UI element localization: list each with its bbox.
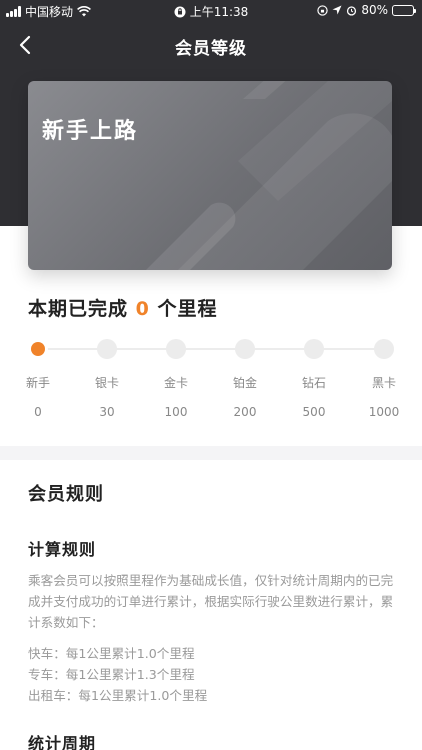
level-name: 钻石 [301,376,326,390]
location-icon [332,5,342,15]
level-name: 银卡 [94,376,119,390]
status-bar: 中国移动 上午11:38 80% [0,0,422,22]
level-value: 0 [34,405,42,419]
coefficient-list: 快车：每1公里累计1.0个里程 专车：每1公里累计1.3个里程 出租车：每1公里… [28,643,398,706]
orientation-lock-icon [317,4,329,16]
rules-section: 会员规则 计算规则 乘客会员可以按照里程作为基础成长值，仅针对统计周期内的已完成… [28,480,398,750]
level-dot [304,339,324,359]
period-title: 统计周期 [28,734,97,750]
level-item-platinum: 铂金 200 [215,339,275,419]
level-item-silver: 银卡 30 [77,339,137,419]
progress-prefix: 本期已完成 [28,298,129,320]
level-item-diamond: 钻石 500 [284,339,344,419]
level-dot-active [28,339,48,359]
level-dot [166,339,186,359]
level-name: 黑卡 [371,376,396,390]
membership-card: 新手上路 [28,81,392,270]
calc-rules-text: 乘客会员可以按照里程作为基础成长值，仅针对统计周期内的已完成并支付成功的订单进行… [28,573,394,630]
system-indicators: 80% [317,3,416,17]
level-value: 100 [164,405,188,419]
page-title: 会员等级 [175,39,247,59]
coefficient-item: 出租车：每1公里累计1.0个里程 [28,688,208,703]
level-item-newbie: 新手 0 [8,339,68,419]
level-value: 200 [233,405,257,419]
level-value: 500 [302,405,326,419]
battery-percent: 80% [361,3,388,17]
section-divider [0,446,422,460]
alarm-icon [347,5,357,16]
level-dot [374,339,394,359]
rules-title: 会员规则 [28,484,104,505]
progress-summary: 本期已完成 0 个里程 [28,294,218,321]
level-name: 铂金 [232,376,257,390]
level-name: 金卡 [163,376,188,390]
time-text: 上午11:38 [189,5,249,19]
level-value: 1000 [368,405,400,419]
nav-bar: 会员等级 [0,22,422,68]
card-level-name: 新手上路 [42,119,139,144]
coefficient-item: 专车：每1公里累计1.3个里程 [28,667,195,682]
coefficient-item: 快车：每1公里累计1.0个里程 [28,646,195,661]
level-item-black: 黑卡 1000 [354,339,414,419]
lock-rotation-icon [174,6,186,17]
level-name: 新手 [25,376,50,390]
battery-icon [392,4,416,16]
level-dot [97,339,117,359]
level-dot [235,339,255,359]
card-decoration [146,81,392,270]
level-item-gold: 金卡 100 [146,339,206,419]
progress-count: 0 [135,298,150,320]
calc-rules-title: 计算规则 [28,540,97,559]
progress-suffix: 个里程 [157,298,218,320]
level-value: 30 [99,405,115,419]
